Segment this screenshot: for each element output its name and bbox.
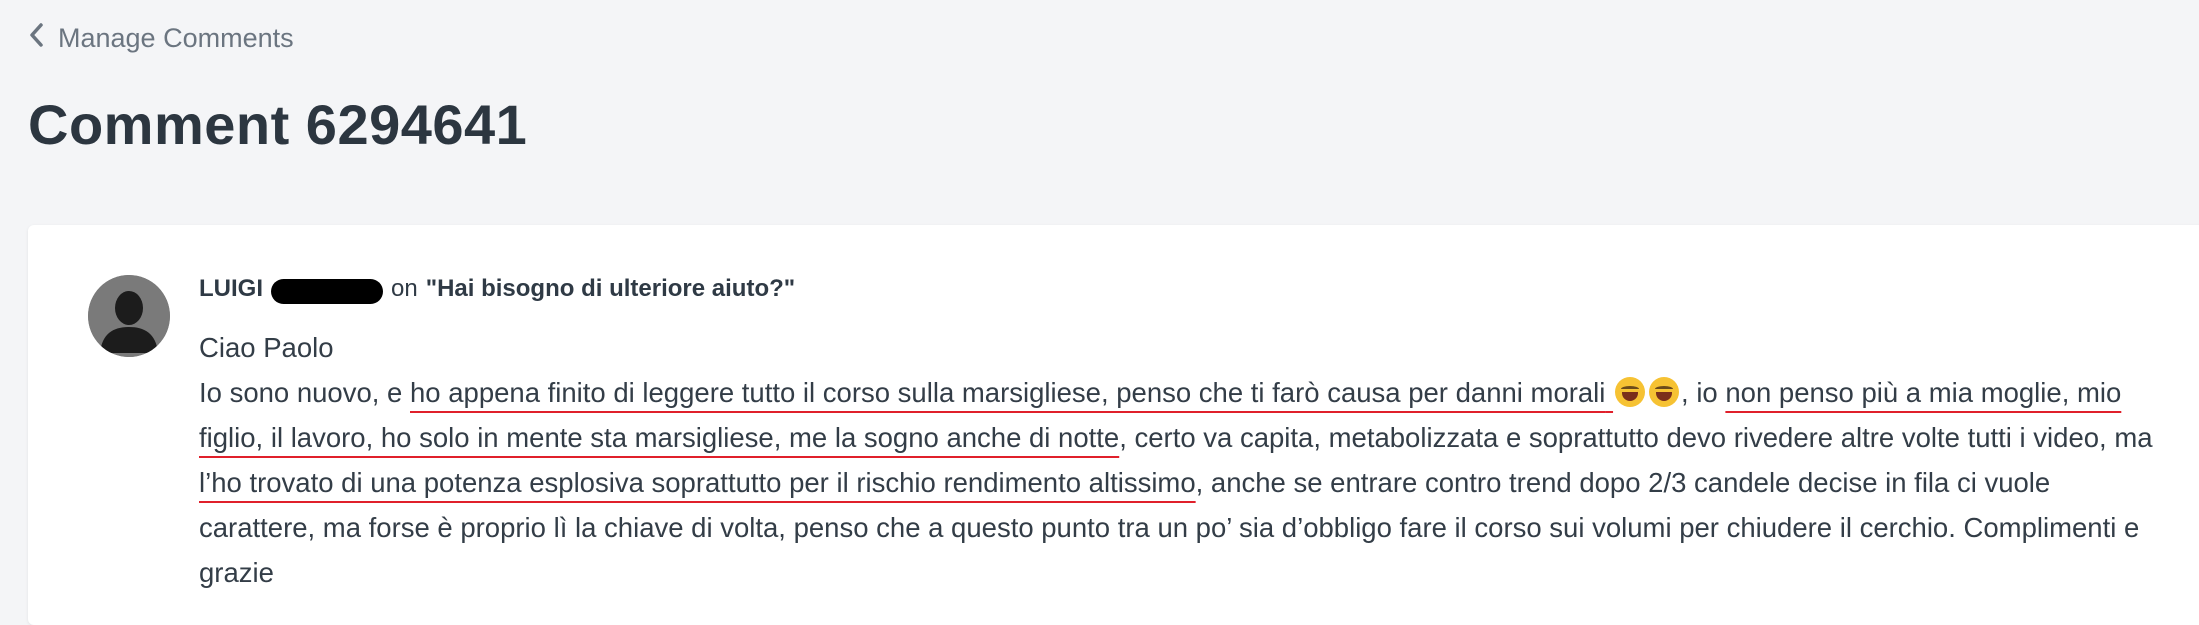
comment-text-segment: , io [1681, 377, 1726, 408]
comment-body: Ciao Paolo Io sono nuovo, e ho appena fi… [199, 325, 2169, 595]
underlined-text-segment: ho appena finito di leggere tutto il cor… [410, 377, 1681, 408]
user-silhouette-icon [88, 275, 170, 357]
back-link-label: Manage Comments [58, 23, 294, 53]
underlined-text-segment: l’ho trovato di una potenza esplosiva so… [199, 467, 1196, 498]
comment-meta: LUIGI on "Hai bisogno di ulteriore aiuto… [199, 275, 796, 304]
comment-text-segment: , certo va capita, metabolizzata e sopra… [1119, 422, 2153, 453]
on-word: on [391, 275, 418, 302]
comment-card: LUIGI on "Hai bisogno di ulteriore aiuto… [28, 225, 2199, 625]
laughing-emoji-icon [1615, 377, 1646, 407]
laughing-emoji-icon [1649, 377, 1680, 407]
comment-author: LUIGI [199, 275, 263, 302]
thread-title: "Hai bisogno di ulteriore aiuto?" [425, 275, 796, 302]
redacted-surname [271, 278, 383, 304]
back-to-manage-comments-link[interactable]: Manage Comments [28, 22, 294, 55]
comment-greeting: Ciao Paolo [199, 332, 334, 363]
comment-text-segment: Io sono nuovo, e [199, 377, 410, 408]
underlined-text: ho appena finito di leggere tutto il cor… [410, 377, 1606, 408]
avatar [88, 275, 170, 357]
page-title: Comment 6294641 [28, 93, 528, 156]
chevron-left-icon [28, 22, 44, 55]
